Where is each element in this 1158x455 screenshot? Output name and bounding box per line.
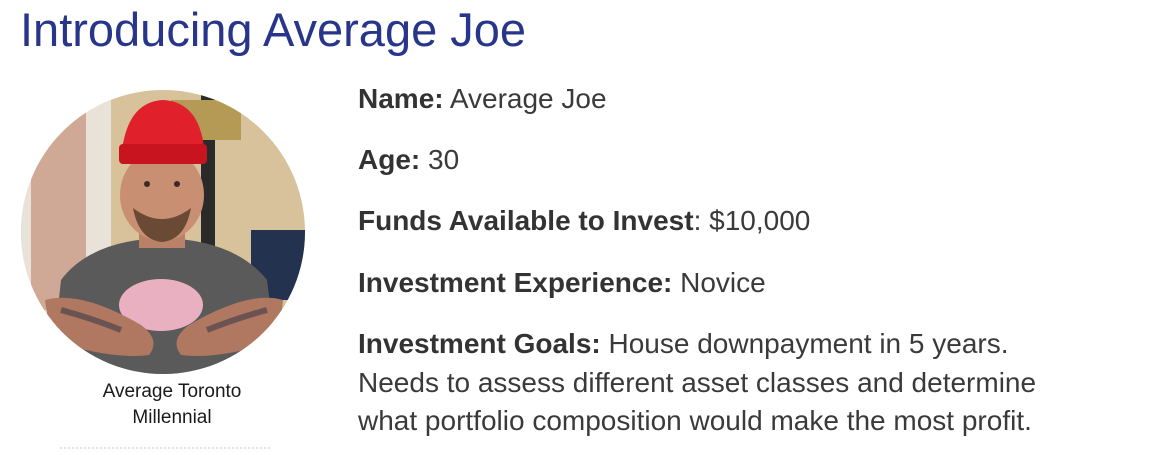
funds-value: : $10,000 (693, 205, 811, 236)
photo-caption: Average Toronto Millennial (62, 379, 282, 431)
experience-row: Investment Experience: Novice (358, 264, 766, 302)
person-photo-icon (21, 90, 305, 374)
experience-value: Novice (672, 267, 766, 298)
page-title: Introducing Average Joe (20, 3, 527, 56)
age-row: Age: 30 (358, 141, 459, 179)
age-label: Age: (358, 144, 421, 175)
goals-label: Investment Goals: (358, 328, 601, 359)
funds-row: Funds Available to Invest: $10,000 (358, 202, 810, 240)
goals-text-1: House downpayment in 5 years. (600, 328, 1009, 359)
experience-label: Investment Experience: (358, 267, 673, 298)
goals-line-3: what portfolio composition would make th… (358, 405, 1032, 436)
age-value: 30 (420, 144, 460, 175)
goals-row: Investment Goals: House downpayment in 5… (358, 325, 1148, 441)
name-label: Name: (358, 83, 444, 114)
profile-photo (21, 90, 305, 374)
decorative-divider (60, 447, 270, 453)
name-row: Name: Average Joe (358, 80, 607, 118)
name-value: Average Joe (443, 83, 607, 114)
caption-line-1: Average Toronto (102, 381, 242, 402)
goals-line-2: Needs to assess different asset classes … (358, 366, 1037, 398)
funds-label: Funds Available to Invest (358, 205, 694, 236)
caption-line-2: Millennial (132, 407, 212, 428)
goals-line-1: Investment Goals: House downpayment in 5… (358, 325, 1148, 364)
